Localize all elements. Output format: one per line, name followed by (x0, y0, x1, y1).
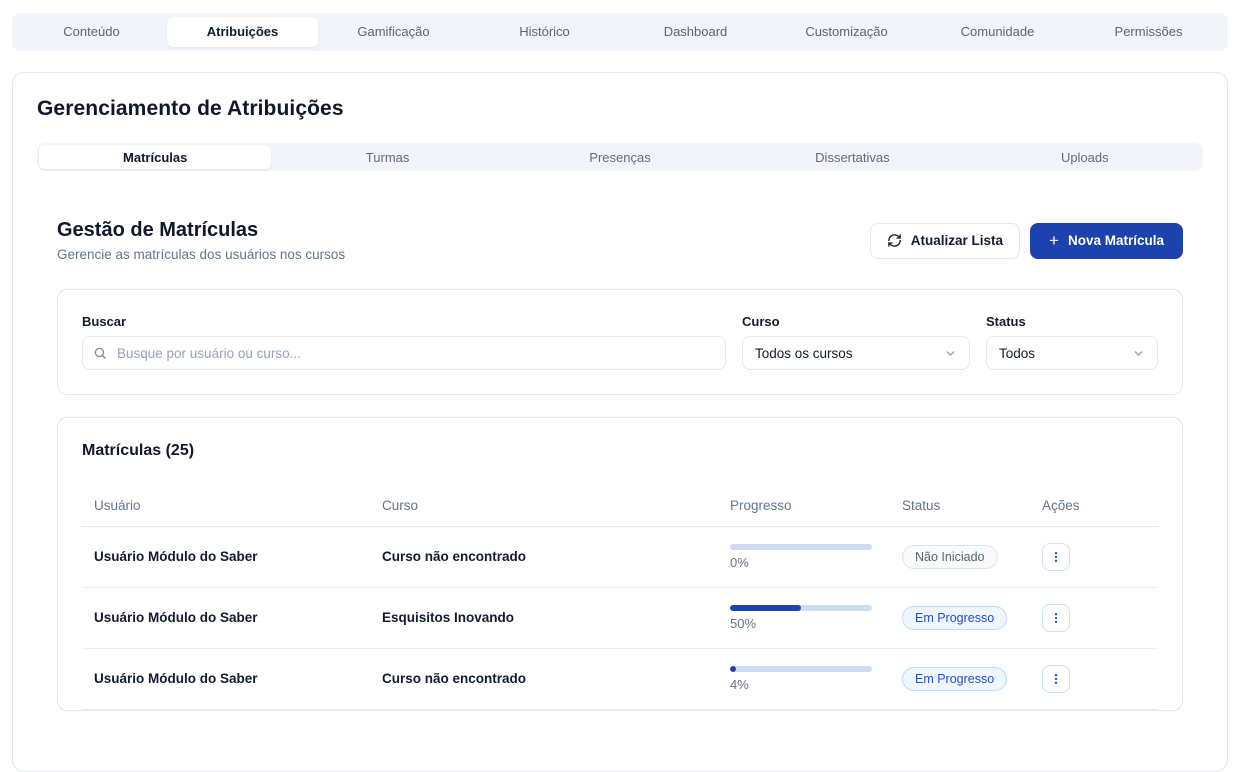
refresh-list-button[interactable]: Atualizar Lista (870, 223, 1020, 259)
kebab-menu-icon (1049, 672, 1063, 686)
enrollment-course: Curso não encontrado (382, 549, 526, 564)
kebab-menu-icon (1049, 550, 1063, 564)
column-header-progress: Progresso (718, 480, 890, 527)
new-enrollment-button[interactable]: + Nova Matrícula (1030, 223, 1183, 259)
section-subtitle: Gerencie as matrículas dos usuários nos … (57, 247, 345, 262)
row-actions-button[interactable] (1042, 543, 1070, 571)
progress-percent: 4% (730, 677, 878, 692)
new-enrollment-button-label: Nova Matrícula (1068, 233, 1164, 248)
section-heading: Gestão de Matrículas Gerencie as matrícu… (57, 219, 345, 262)
status-filter-field: Status Todos (986, 314, 1158, 370)
row-actions-button[interactable] (1042, 665, 1070, 693)
table-row: Usuário Módulo do Saber Esquisitos Inovan… (82, 588, 1158, 649)
tab-panel-matriculas: Gestão de Matrículas Gerencie as matrícu… (37, 219, 1203, 711)
progress-bar (730, 605, 872, 611)
nav-item-historico[interactable]: Histórico (469, 17, 620, 47)
enrollment-course: Esquisitos Inovando (382, 610, 514, 625)
section-title: Gestão de Matrículas (57, 219, 345, 242)
course-filter-label: Curso (742, 314, 970, 329)
filters-card: Buscar Curso Todos os cursos (57, 289, 1183, 395)
nav-item-conteudo[interactable]: Conteúdo (16, 17, 167, 47)
nav-item-permissoes[interactable]: Permissões (1073, 17, 1224, 47)
progress-bar (730, 544, 872, 550)
tab-list: MatrículasTurmasPresençasDissertativasUp… (37, 143, 1203, 171)
progress-percent: 0% (730, 555, 878, 570)
section-header: Gestão de Matrículas Gerencie as matrícu… (57, 219, 1183, 262)
nav-item-comunidade[interactable]: Comunidade (922, 17, 1073, 47)
search-label: Buscar (82, 314, 726, 329)
status-filter-label: Status (986, 314, 1158, 329)
progress-bar-fill (730, 666, 736, 672)
enrollment-course: Curso não encontrado (382, 671, 526, 686)
table-header-row: Usuário Curso Progresso Status Ações (82, 480, 1158, 527)
enrollment-user: Usuário Módulo do Saber (94, 549, 258, 564)
tab-matriculas[interactable]: Matrículas (39, 145, 271, 169)
search-field: Buscar (82, 314, 726, 370)
nav-item-atribuicoes[interactable]: Atribuições (167, 17, 318, 47)
tab-turmas[interactable]: Turmas (271, 145, 503, 169)
plus-icon: + (1049, 232, 1059, 249)
nav-item-customizacao[interactable]: Customização (771, 17, 922, 47)
tab-uploads[interactable]: Uploads (969, 145, 1201, 169)
status-badge: Em Progresso (902, 606, 1007, 630)
course-filter-value: Todos os cursos (755, 346, 853, 361)
search-icon (93, 346, 107, 360)
progress-bar-fill (730, 605, 801, 611)
search-input[interactable] (82, 336, 726, 370)
status-filter-select[interactable]: Todos (986, 336, 1158, 370)
tab-dissertativas[interactable]: Dissertativas (736, 145, 968, 169)
status-filter-value: Todos (999, 346, 1035, 361)
enrollments-card: Matrículas (25) Usuário Curso Progresso … (57, 417, 1183, 711)
section-actions: Atualizar Lista + Nova Matrícula (870, 223, 1183, 259)
nav-item-dashboard[interactable]: Dashboard (620, 17, 771, 47)
table-row: Usuário Módulo do Saber Curso não encontr… (82, 527, 1158, 588)
refresh-button-label: Atualizar Lista (911, 233, 1003, 248)
status-badge: Em Progresso (902, 667, 1007, 691)
enrollment-user: Usuário Módulo do Saber (94, 671, 258, 686)
enrollment-user: Usuário Módulo do Saber (94, 610, 258, 625)
kebab-menu-icon (1049, 611, 1063, 625)
chevron-down-icon (944, 347, 957, 360)
tab-presencas[interactable]: Presenças (504, 145, 736, 169)
refresh-icon (887, 233, 902, 248)
column-header-actions: Ações (1030, 480, 1158, 527)
column-header-user: Usuário (82, 480, 370, 527)
column-header-status: Status (890, 480, 1030, 527)
progress-percent: 50% (730, 616, 878, 631)
enrollments-table: Usuário Curso Progresso Status Ações Usu… (82, 480, 1158, 710)
page-title: Gerenciamento de Atribuições (37, 97, 1203, 121)
assignments-card: Gerenciamento de Atribuições MatrículasT… (12, 72, 1228, 772)
progress-bar (730, 666, 872, 672)
table-row: Usuário Módulo do Saber Curso não encontr… (82, 649, 1158, 710)
enrollments-table-body: Usuário Módulo do Saber Curso não encontr… (82, 527, 1158, 710)
chevron-down-icon (1132, 347, 1145, 360)
column-header-course: Curso (370, 480, 718, 527)
course-filter-field: Curso Todos os cursos (742, 314, 970, 370)
course-filter-select[interactable]: Todos os cursos (742, 336, 970, 370)
top-nav: ConteúdoAtribuiçõesGamificaçãoHistóricoD… (12, 13, 1228, 51)
row-actions-button[interactable] (1042, 604, 1070, 632)
nav-item-gamificacao[interactable]: Gamificação (318, 17, 469, 47)
status-badge: Não Iniciado (902, 545, 998, 569)
enrollments-title: Matrículas (25) (82, 442, 1158, 460)
